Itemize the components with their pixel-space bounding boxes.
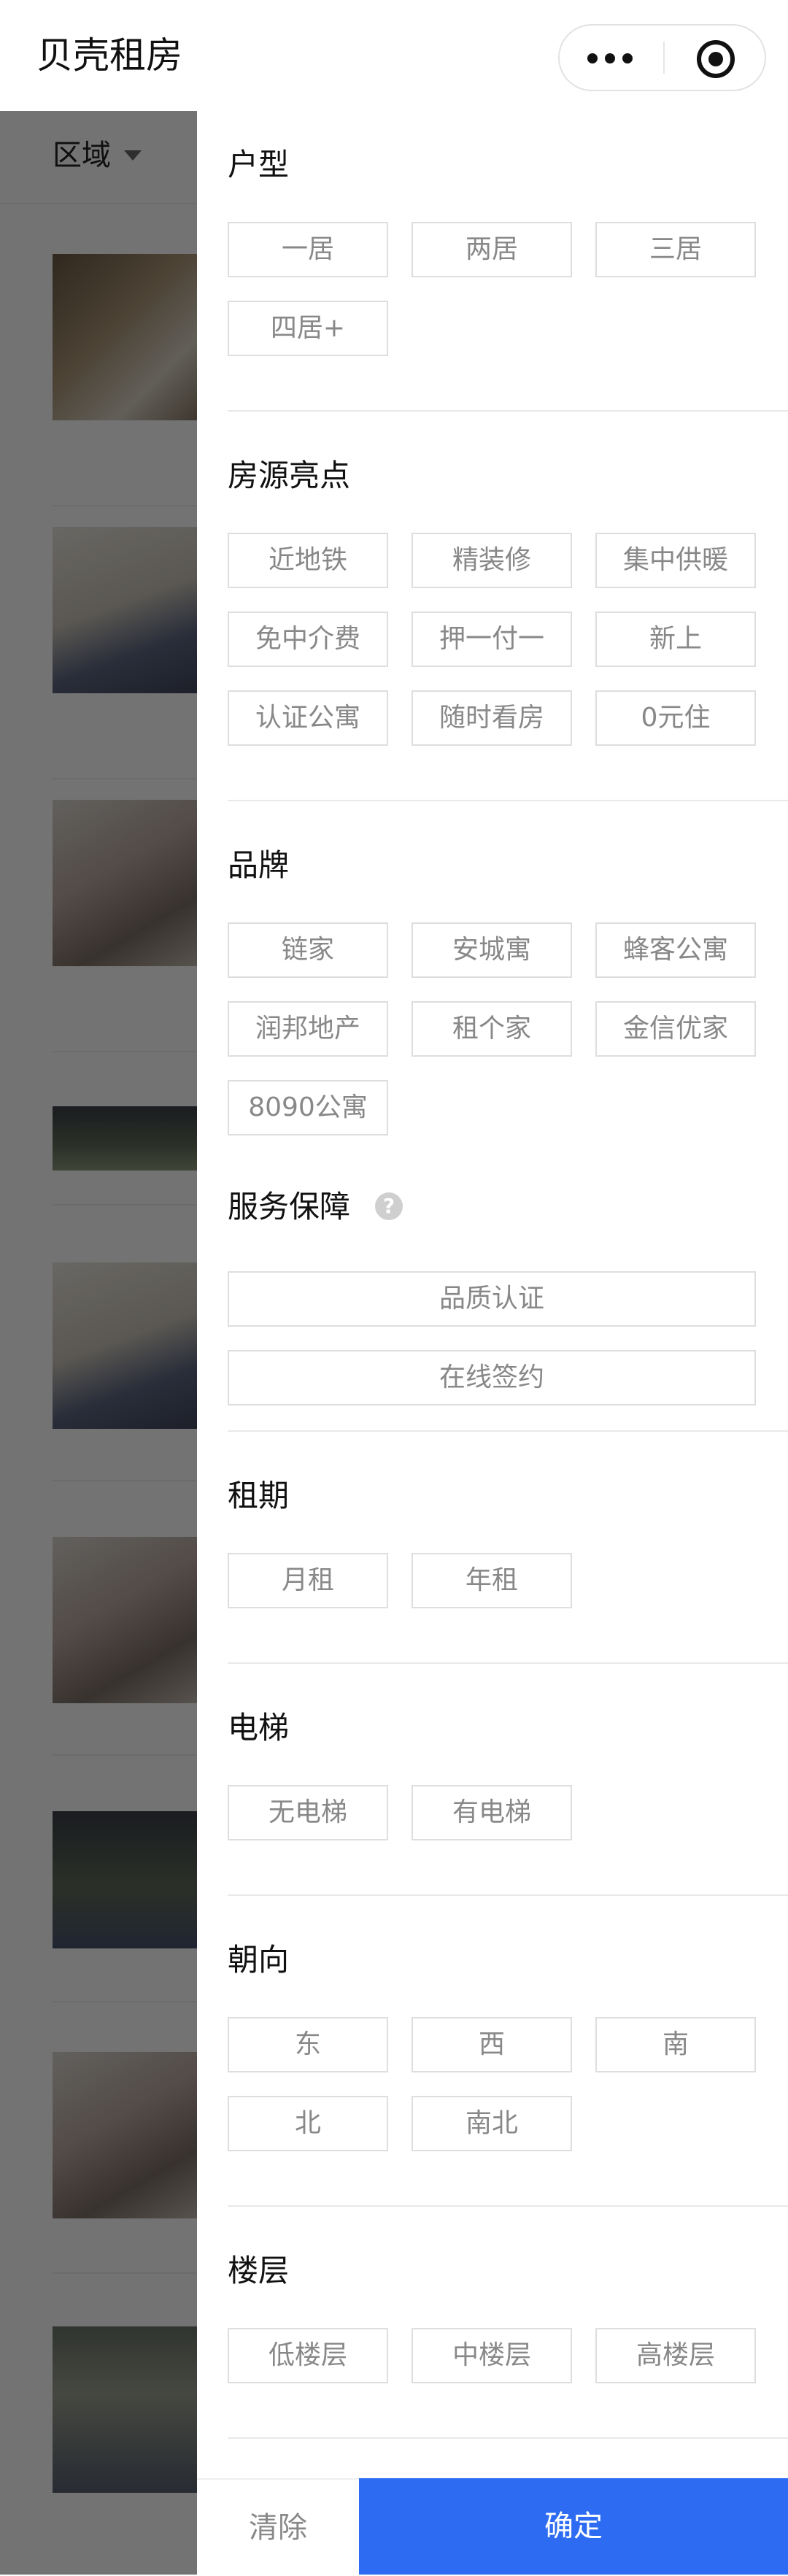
section-divider xyxy=(228,2205,788,2207)
chip-near-subway[interactable]: 近地铁 xyxy=(228,533,388,588)
chip-view-anytime[interactable]: 随时看房 xyxy=(412,690,572,746)
app-title: 贝壳租房 xyxy=(36,34,182,77)
chip-yearly-rent[interactable]: 年租 xyxy=(412,1553,572,1608)
filter-drawer: 户型 一居 两居 三居 四居+ 房源亮点 近地铁 精装修 集中供暖 免中介费 押… xyxy=(197,111,788,2575)
chip-central-heating[interactable]: 集中供暖 xyxy=(595,533,756,588)
chip-brand-jinxin[interactable]: 金信优家 xyxy=(595,1001,756,1057)
more-dots-icon[interactable] xyxy=(587,26,668,90)
header-bar: 贝壳租房 xyxy=(0,0,788,111)
section-title-layout: 户型 xyxy=(228,147,290,182)
chip-layout-3[interactable]: 三居 xyxy=(595,222,756,277)
chip-floor-low[interactable]: 低楼层 xyxy=(228,2328,388,2383)
section-title-elevator: 电梯 xyxy=(228,1710,290,1746)
chip-brand-lianjia[interactable]: 链家 xyxy=(228,922,388,978)
section-title-orientation: 朝向 xyxy=(228,1942,290,1978)
chip-no-elevator[interactable]: 无电梯 xyxy=(228,1785,388,1840)
chip-monthly-rent[interactable]: 月租 xyxy=(228,1553,388,1608)
close-target-icon[interactable] xyxy=(697,40,735,78)
chip-new-listing[interactable]: 新上 xyxy=(595,612,756,667)
capsule-divider xyxy=(663,42,665,74)
section-title-highlights: 房源亮点 xyxy=(228,458,351,493)
chip-orientation-west[interactable]: 西 xyxy=(412,2017,572,2072)
section-title-service: 服务保障 xyxy=(228,1189,351,1225)
question-circle-icon[interactable]: ? xyxy=(375,1192,403,1220)
drawer-footer: 清除 确定 xyxy=(197,2478,788,2575)
section-title-lease: 租期 xyxy=(228,1478,290,1513)
chip-deposit-one-pay-one[interactable]: 押一付一 xyxy=(412,612,572,667)
confirm-button[interactable]: 确定 xyxy=(359,2478,788,2575)
section-divider xyxy=(228,1894,788,1896)
section-divider xyxy=(228,1662,788,1664)
chip-brand-fengke[interactable]: 蜂客公寓 xyxy=(595,922,756,978)
chip-orientation-north-south[interactable]: 南北 xyxy=(412,2096,572,2151)
section-divider xyxy=(228,1430,788,1432)
chip-brand-zugejia[interactable]: 租个家 xyxy=(412,1001,572,1057)
section-divider xyxy=(228,410,788,412)
chip-layout-4plus[interactable]: 四居+ xyxy=(228,301,388,356)
chip-fine-decoration[interactable]: 精装修 xyxy=(412,533,572,588)
section-title-brand: 品牌 xyxy=(228,847,290,883)
chip-brand-anchengyu[interactable]: 安城寓 xyxy=(412,922,572,978)
chip-has-elevator[interactable]: 有电梯 xyxy=(412,1785,572,1840)
chip-online-signing[interactable]: 在线签约 xyxy=(228,1350,756,1405)
clear-button[interactable]: 清除 xyxy=(197,2478,359,2575)
section-divider xyxy=(228,2437,788,2439)
chip-no-agency-fee[interactable]: 免中介费 xyxy=(228,612,388,667)
chip-certified-apartment[interactable]: 认证公寓 xyxy=(228,690,388,746)
miniprogram-capsule xyxy=(558,24,766,91)
chip-quality-certified[interactable]: 品质认证 xyxy=(228,1271,756,1327)
chip-floor-mid[interactable]: 中楼层 xyxy=(412,2328,572,2383)
chip-layout-2[interactable]: 两居 xyxy=(412,222,572,277)
chip-orientation-south[interactable]: 南 xyxy=(595,2017,756,2072)
chip-floor-high[interactable]: 高楼层 xyxy=(595,2328,756,2383)
chip-zero-yuan-stay[interactable]: 0元住 xyxy=(595,690,756,746)
chip-layout-1[interactable]: 一居 xyxy=(228,222,388,277)
chip-orientation-east[interactable]: 东 xyxy=(228,2017,388,2072)
section-title-floor: 楼层 xyxy=(228,2253,290,2288)
chip-orientation-north[interactable]: 北 xyxy=(228,2096,388,2151)
chip-brand-runbang[interactable]: 润邦地产 xyxy=(228,1001,388,1057)
section-divider xyxy=(228,800,788,801)
chip-brand-8090[interactable]: 8090公寓 xyxy=(228,1080,388,1135)
